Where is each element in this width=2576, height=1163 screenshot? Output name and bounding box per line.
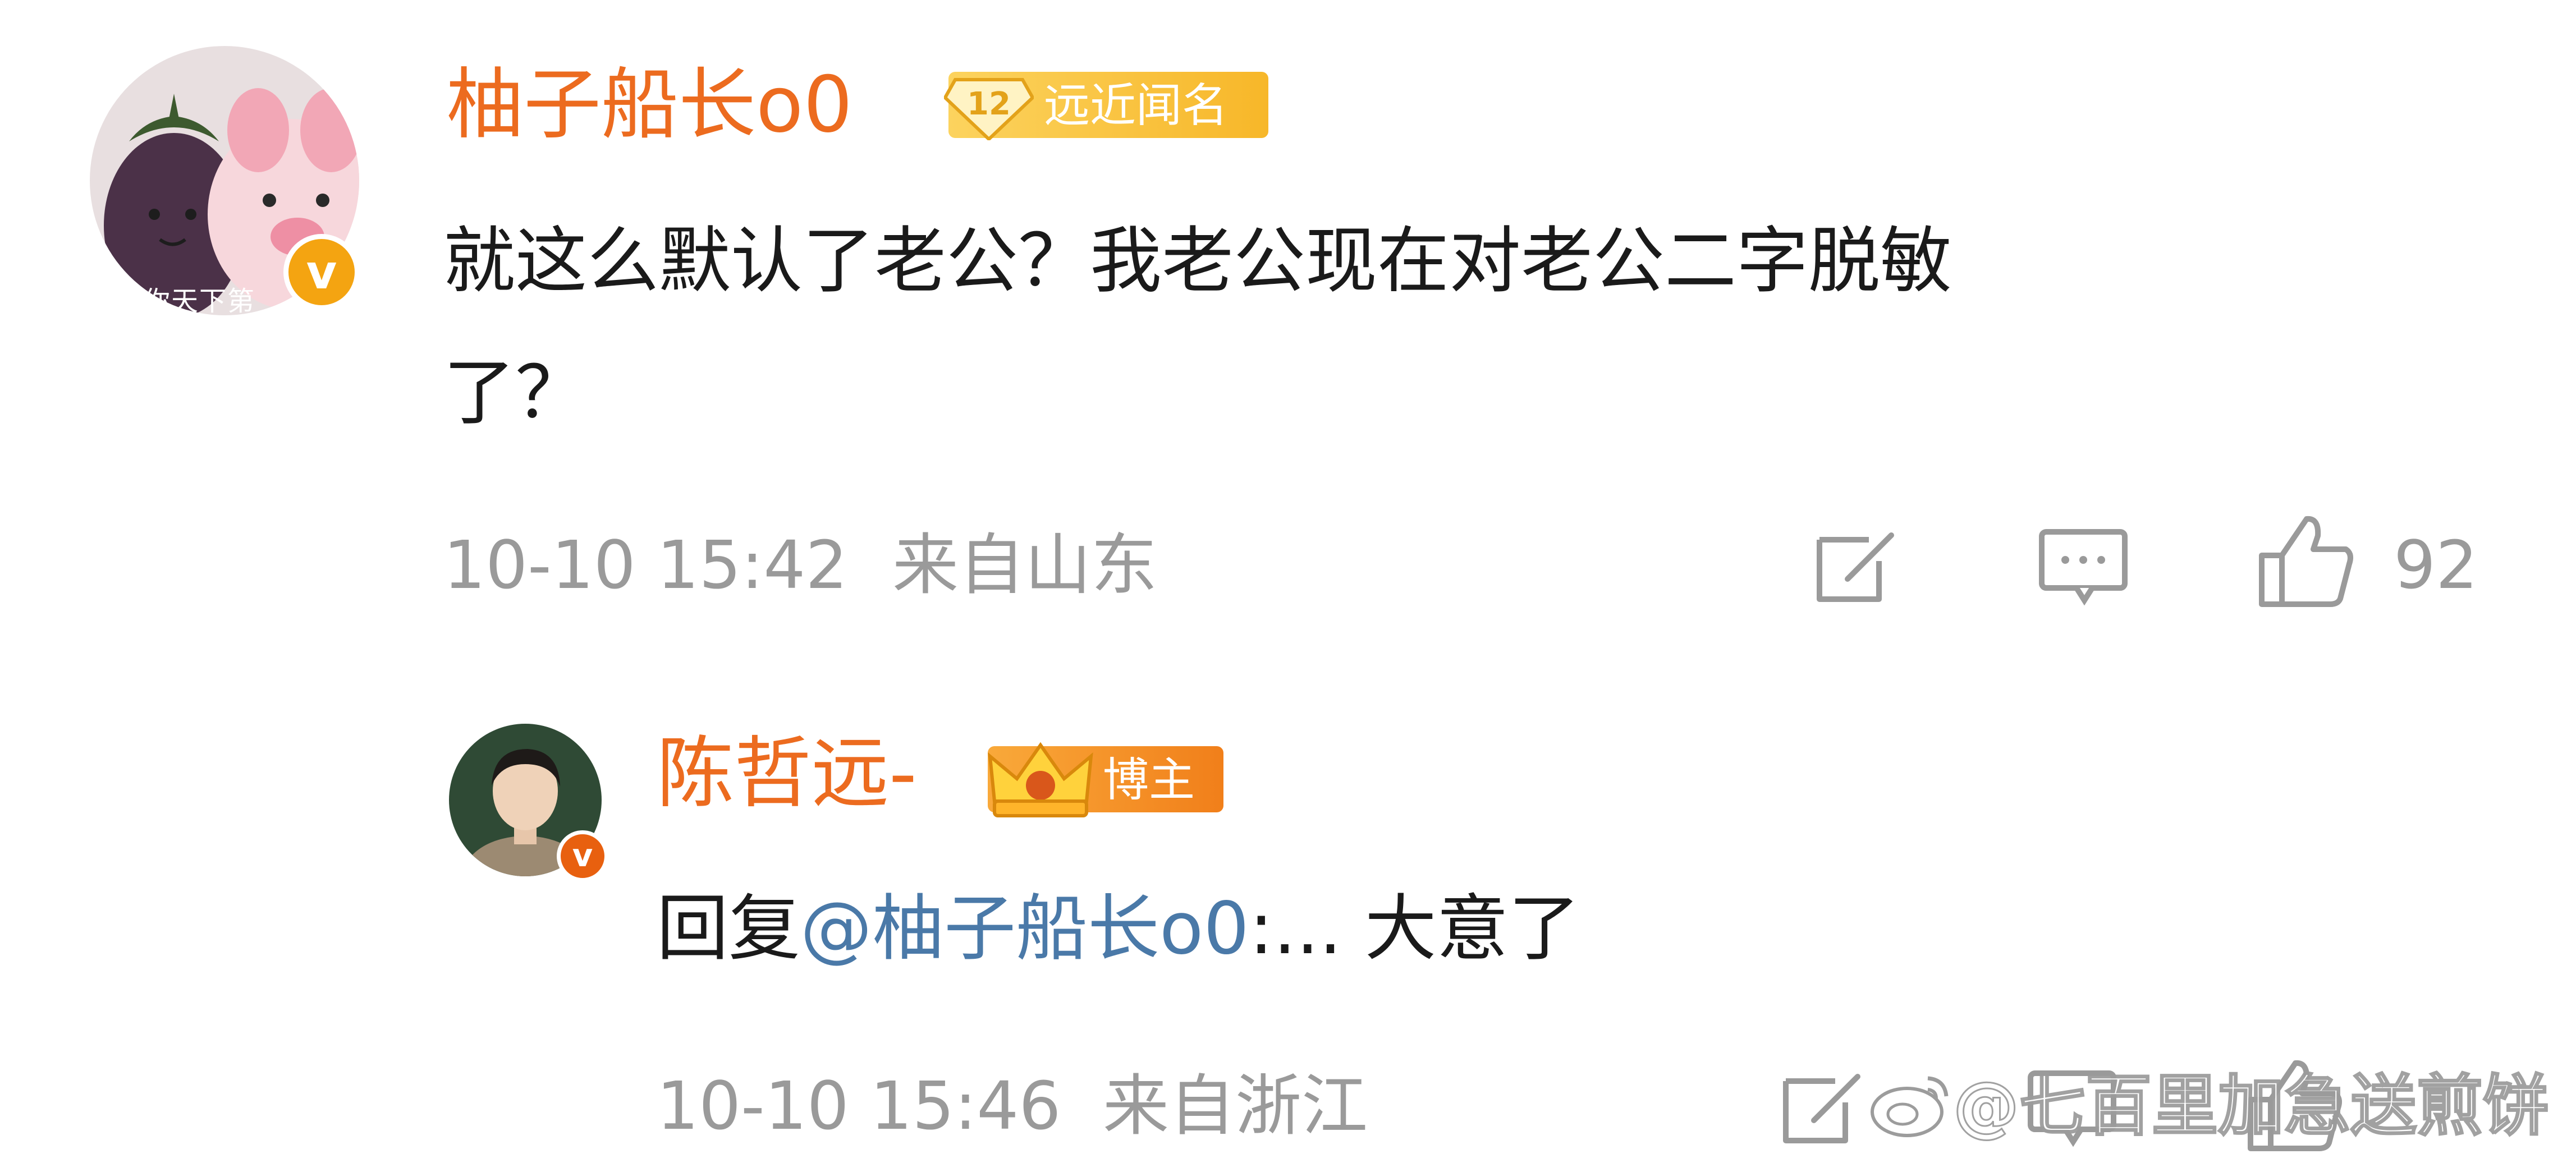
comment-text-line1: 就这么默认了老公？我老公现在对老公二字脱敏 bbox=[443, 219, 1952, 303]
divider bbox=[443, 631, 2492, 642]
like-icon[interactable] bbox=[2256, 513, 2357, 612]
comment-location: 来自山东 bbox=[892, 526, 1158, 604]
repost-icon[interactable] bbox=[1779, 1069, 1869, 1147]
comment-icon[interactable] bbox=[2037, 527, 2130, 606]
comment-timestamp: 10-10 15:42 bbox=[443, 526, 848, 604]
watermark: @七百里加急送煎饼 bbox=[1952, 1067, 2550, 1144]
verified-v-icon: v bbox=[557, 830, 608, 882]
fan-badge-label: 远近闻名 bbox=[1044, 79, 1229, 132]
reply-text: 回复@柚子船长o0:... 大意了 bbox=[657, 878, 1580, 980]
reply-username[interactable]: 陈哲远- bbox=[657, 735, 917, 812]
repost-icon[interactable] bbox=[1813, 527, 1903, 606]
weibo-logo-icon bbox=[1871, 1076, 1949, 1137]
reply-prefix: 回复 bbox=[657, 887, 801, 971]
crown-icon bbox=[988, 742, 1093, 817]
diamond-level-icon: 12 bbox=[944, 78, 1034, 140]
avatar[interactable]: 你天下第 v bbox=[90, 46, 360, 317]
fan-level-number: 12 bbox=[967, 86, 1011, 122]
mention-link[interactable]: @柚子船长o0 bbox=[800, 887, 1249, 971]
like-count: 92 bbox=[2394, 526, 2478, 604]
reply-body: :... 大意了 bbox=[1249, 887, 1580, 971]
comment-text-line2: 了？ bbox=[443, 351, 588, 435]
comment-username[interactable]: 柚子船长o0 bbox=[446, 66, 852, 144]
reply-timestamp: 10-10 15:46 bbox=[657, 1067, 1061, 1144]
fan-level-badge: 12 远近闻名 bbox=[944, 72, 1268, 140]
avatar-caption: 你天下第 bbox=[143, 286, 256, 317]
reply-avatar[interactable]: v bbox=[449, 724, 608, 882]
verified-v-icon: v bbox=[283, 234, 360, 310]
reply-location: 来自浙江 bbox=[1103, 1067, 1368, 1144]
blogger-badge-label: 博主 bbox=[1103, 753, 1195, 807]
blogger-badge: 博主 bbox=[988, 742, 1223, 817]
